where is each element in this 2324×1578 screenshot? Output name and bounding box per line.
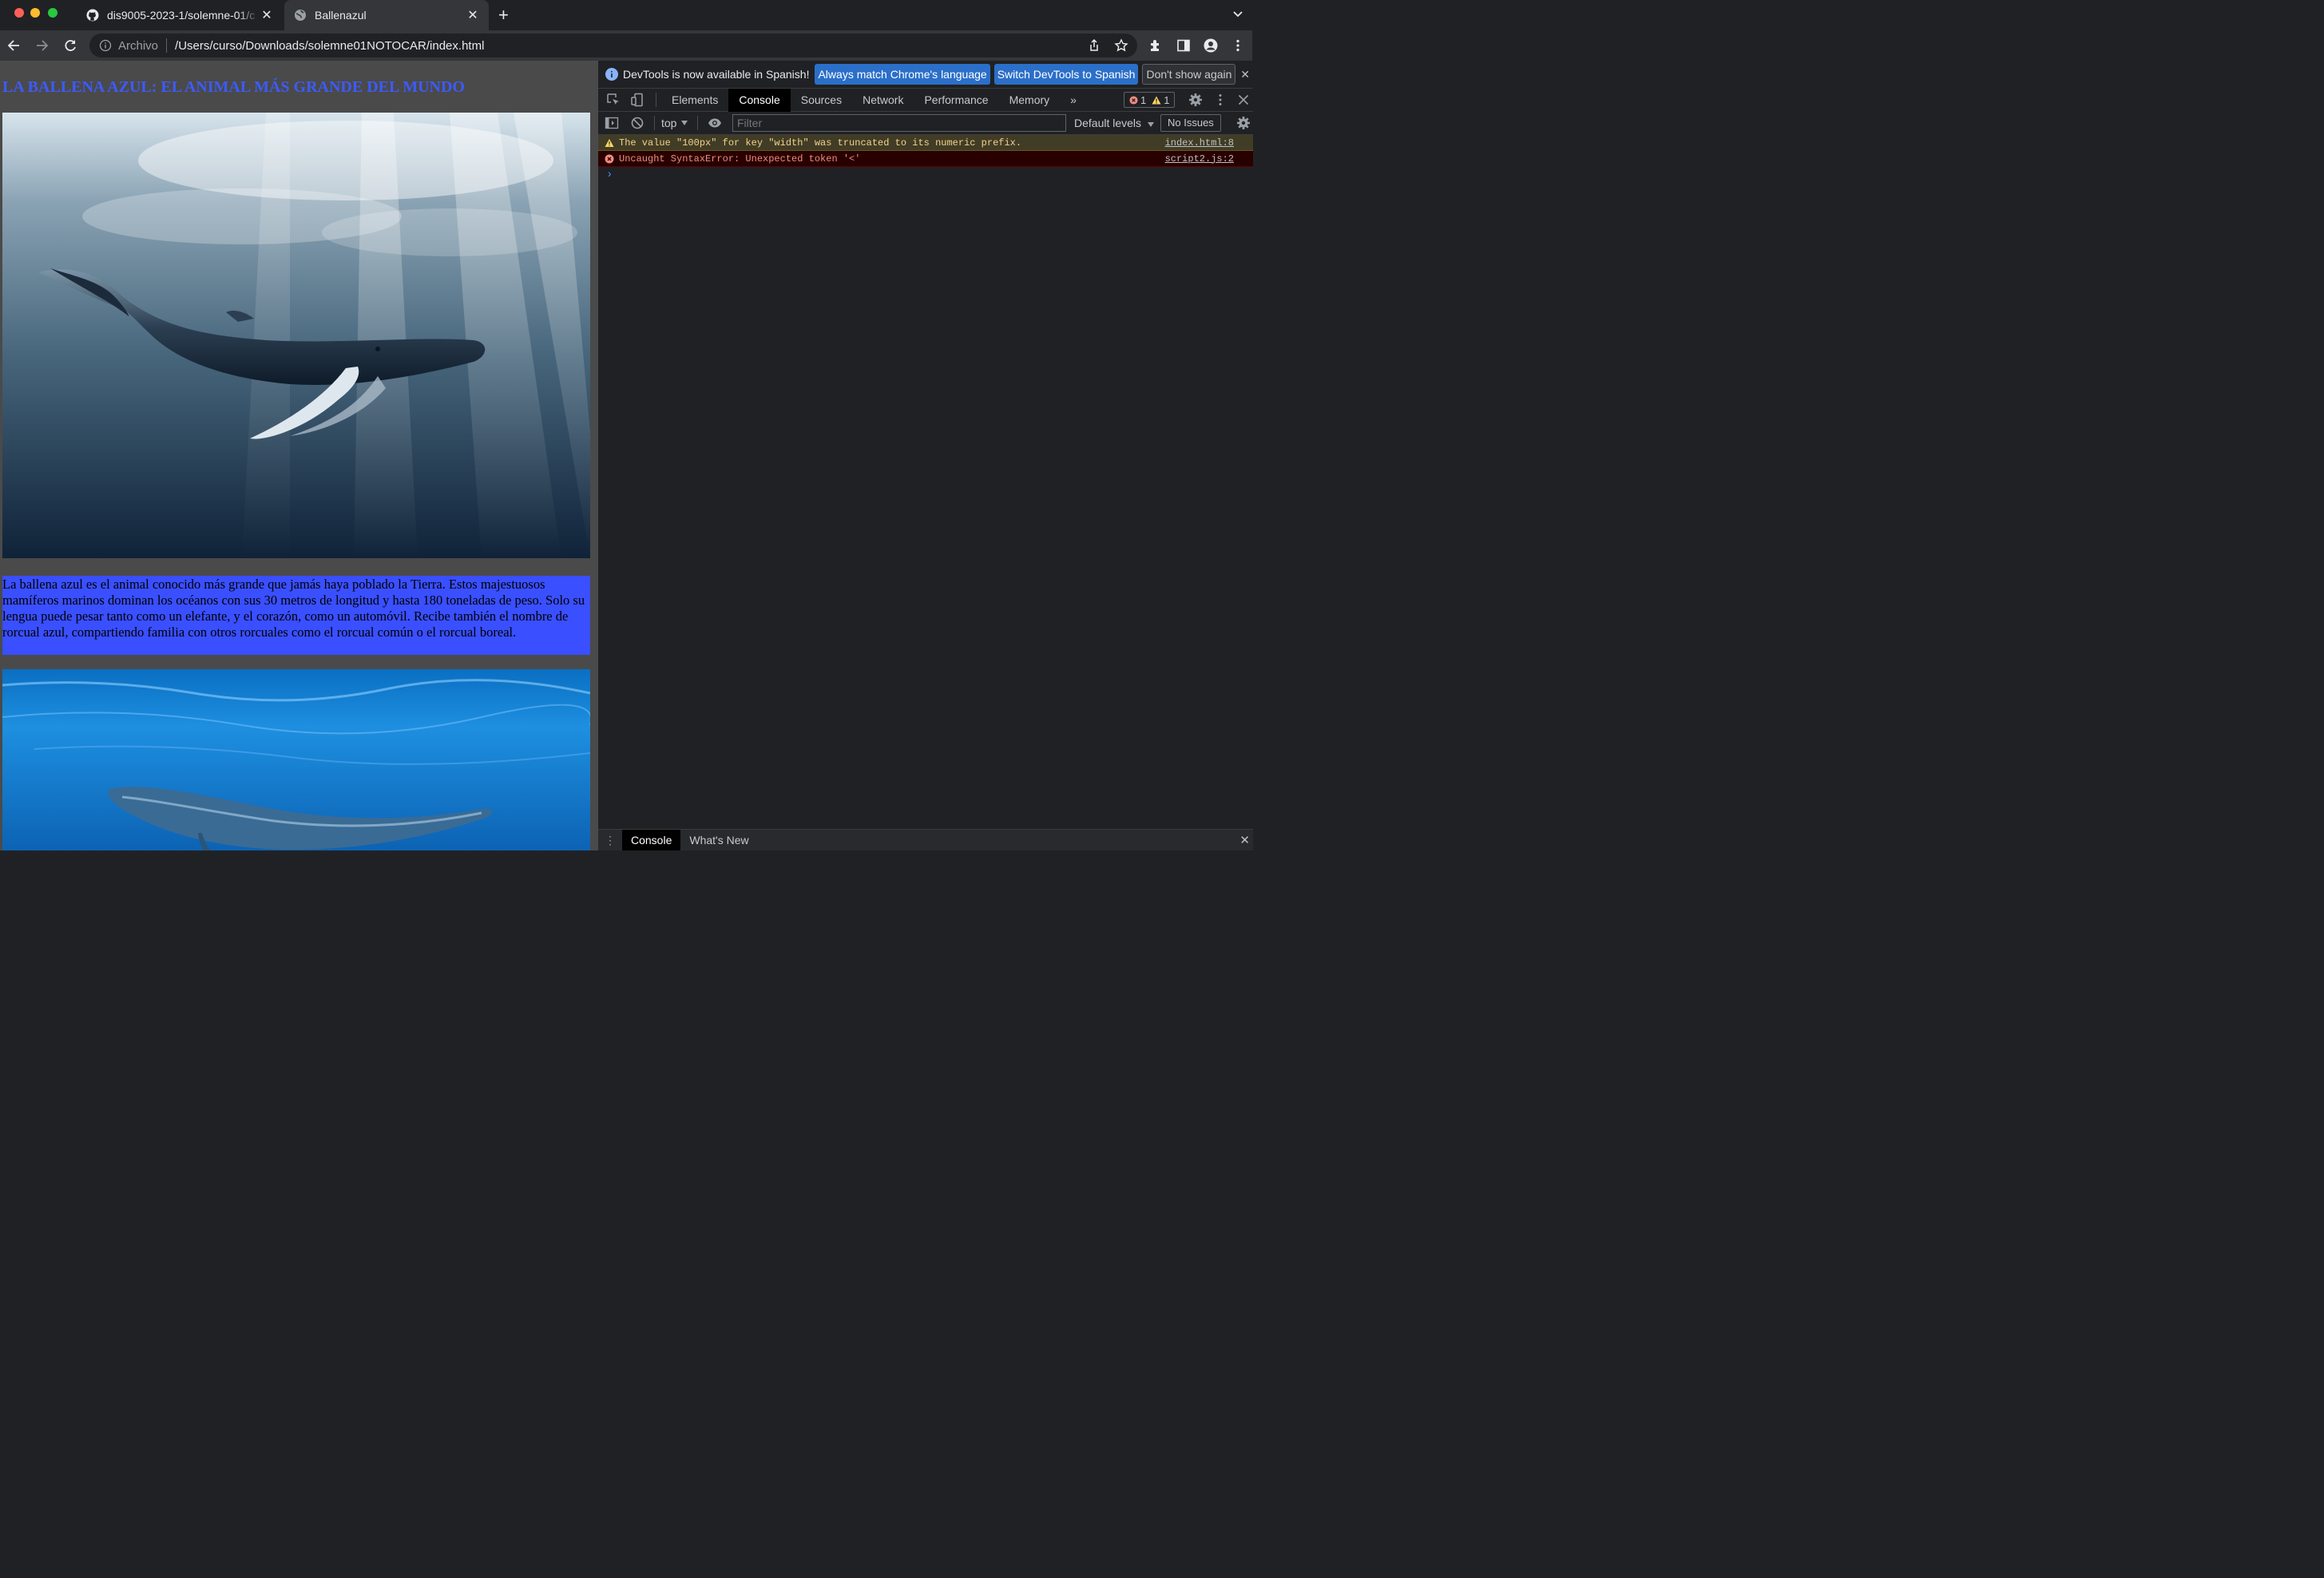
source-link[interactable]: index.html:8 [1165, 137, 1234, 149]
drawer-tab-whats-new[interactable]: What's New [680, 830, 757, 850]
info-icon[interactable] [99, 39, 112, 52]
dont-show-again-button[interactable]: Don't show again [1142, 64, 1236, 85]
context-selector[interactable]: top [661, 117, 688, 129]
devtools-drawer: ⋮ Console What's New ✕ [598, 829, 1253, 850]
tab-strip: dis9005-2023-1/solemne-01/c ✕ Ballenazul… [0, 0, 1252, 30]
back-arrow-icon[interactable] [6, 38, 22, 54]
window-minimize-button[interactable] [30, 8, 40, 18]
close-icon[interactable]: ✕ [1240, 68, 1250, 81]
url-text[interactable]: /Users/curso/Downloads/solemne01NOTOCAR/… [175, 39, 484, 53]
clear-console-icon[interactable] [630, 116, 644, 130]
window-close-button[interactable] [14, 8, 24, 18]
issue-counter[interactable]: 1 1 [1124, 92, 1176, 108]
warning-icon [1152, 96, 1161, 104]
console-warning-row[interactable]: The value "100px" for key "width" was tr… [598, 135, 1253, 151]
kebab-menu-icon[interactable] [1231, 38, 1245, 53]
info-icon [605, 68, 618, 81]
browser-tab-github[interactable]: dis9005-2023-1/solemne-01/c ✕ [77, 0, 283, 30]
address-bar[interactable]: Archivo /Users/curso/Downloads/solemne01… [89, 34, 1137, 57]
console-toolbar: top Default levels No Issues [598, 112, 1253, 135]
drawer-tab-console[interactable]: Console [622, 830, 681, 850]
close-icon[interactable]: ✕ [466, 7, 479, 23]
tab-title: dis9005-2023-1/solemne-01/c [107, 9, 256, 22]
share-icon[interactable] [1087, 38, 1101, 53]
kebab-menu-icon[interactable] [1213, 93, 1227, 107]
github-icon [86, 9, 99, 22]
window-maximize-button[interactable] [48, 8, 58, 18]
console-prompt[interactable]: › [598, 167, 1253, 183]
devtools-tab-bar: Elements Console Sources Network Perform… [598, 88, 1253, 112]
new-tab-button[interactable]: + [498, 6, 509, 25]
drawer-menu-icon[interactable]: ⋮ [598, 834, 622, 847]
dropdown-arrow-icon [681, 121, 688, 125]
divider [654, 116, 655, 130]
switch-to-spanish-button[interactable]: Switch DevTools to Spanish [993, 64, 1139, 85]
source-link[interactable]: script2.js:2 [1165, 153, 1234, 165]
close-drawer-icon[interactable]: ✕ [1239, 833, 1250, 847]
star-icon[interactable] [1114, 38, 1128, 53]
inspect-element-icon[interactable] [606, 93, 621, 107]
tab-console[interactable]: Console [728, 88, 791, 112]
profile-icon[interactable] [1204, 38, 1218, 53]
tab-performance[interactable]: Performance [914, 89, 998, 112]
close-devtools-icon[interactable] [1236, 93, 1251, 107]
dropdown-arrow-icon [1147, 122, 1154, 127]
error-icon [605, 154, 614, 163]
reload-icon[interactable] [62, 38, 78, 54]
divider [697, 116, 699, 130]
infobar-message: DevTools is now available in Spanish! [623, 68, 810, 81]
context-label: top [661, 117, 677, 129]
tab-title: Ballenazul [315, 9, 367, 22]
log-levels-dropdown[interactable]: Default levels [1074, 117, 1154, 129]
language-infobar: DevTools is now available in Spanish! Al… [598, 61, 1253, 89]
forward-arrow-icon[interactable] [34, 38, 50, 54]
humpback-whale-image [2, 113, 590, 558]
log-levels-label: Default levels [1074, 117, 1142, 129]
more-tabs-button[interactable]: » [1060, 89, 1087, 112]
console-settings-icon[interactable] [1236, 116, 1251, 130]
tab-sources[interactable]: Sources [791, 89, 852, 112]
console-messages: The value "100px" for key "width" was tr… [598, 135, 1253, 183]
divider [166, 38, 168, 53]
blue-whale-image [2, 669, 590, 850]
close-icon[interactable]: ✕ [260, 7, 273, 23]
tab-memory[interactable]: Memory [999, 89, 1061, 112]
warning-count: 1 [1164, 93, 1170, 106]
extensions-icon[interactable] [1148, 38, 1163, 53]
tab-elements[interactable]: Elements [661, 89, 728, 112]
side-panel-icon[interactable] [1176, 38, 1191, 53]
sidebar-toggle-icon[interactable] [605, 116, 619, 130]
page-viewport: LA BALLENA AZUL: EL ANIMAL MÁS GRANDE DE… [0, 61, 597, 850]
tab-network[interactable]: Network [852, 89, 914, 112]
devtools-panel: DevTools is now available in Spanish! Al… [597, 61, 1253, 850]
console-message-text: The value "100px" for key "width" was tr… [619, 137, 1022, 149]
console-message-text: Uncaught SyntaxError: Unexpected token '… [619, 153, 861, 165]
error-count: 1 [1140, 93, 1147, 106]
whale-description-paragraph: La ballena azul es el animal conocido má… [2, 576, 590, 655]
console-error-row[interactable]: Uncaught SyntaxError: Unexpected token '… [598, 151, 1253, 167]
device-toolbar-icon[interactable] [630, 93, 644, 107]
error-icon [1129, 95, 1138, 105]
eye-icon[interactable] [708, 116, 722, 130]
url-scheme-label: Archivo [118, 38, 159, 53]
globe-icon [295, 10, 306, 21]
issues-button[interactable]: No Issues [1160, 114, 1221, 132]
always-match-language-button[interactable]: Always match Chrome's language [815, 64, 990, 85]
warning-icon [605, 138, 614, 147]
gear-icon[interactable] [1188, 93, 1203, 107]
page-heading: LA BALLENA AZUL: EL ANIMAL MÁS GRANDE DE… [2, 78, 465, 96]
console-filter-input[interactable] [732, 114, 1066, 132]
browser-tab-ballenazul[interactable]: Ballenazul ✕ [284, 0, 489, 30]
chevron-down-icon[interactable] [1231, 7, 1244, 20]
